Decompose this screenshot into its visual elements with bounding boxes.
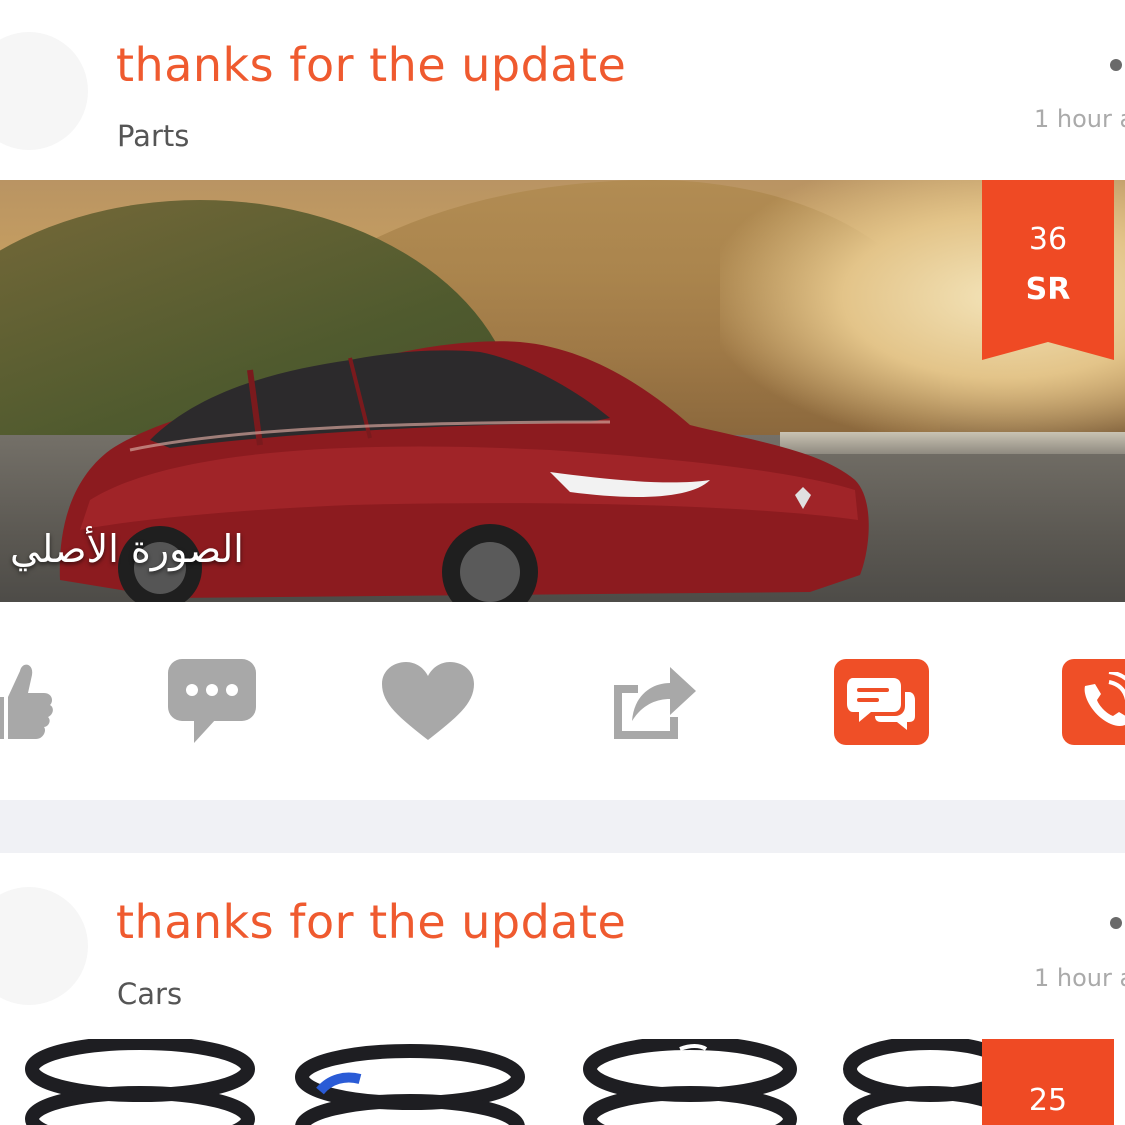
thumbs-up-icon: [0, 664, 53, 739]
heart-icon: [382, 662, 474, 740]
coil-springs-illustration: [25, 1039, 1017, 1125]
price-amount: 25: [1028, 1083, 1068, 1118]
post-title[interactable]: thanks for the update: [116, 895, 626, 949]
favorite-button[interactable]: [380, 655, 476, 747]
post-category: Parts: [117, 119, 190, 153]
comment-icon: [168, 659, 256, 743]
phone-call-icon: [1084, 672, 1125, 726]
share-icon: [614, 667, 696, 739]
price-badge: 36 SR: [982, 180, 1114, 360]
post-timestamp: 1 hour a: [1034, 105, 1125, 133]
price-ribbon-shape: [982, 180, 1114, 360]
price-amount: 36: [1028, 222, 1068, 257]
comment-button[interactable]: [166, 655, 258, 747]
avatar[interactable]: [0, 32, 88, 150]
chat-icon: [846, 678, 915, 730]
post-title[interactable]: thanks for the update: [116, 38, 626, 92]
image-caption: الصورة الأصلي: [10, 527, 244, 571]
post-timestamp: 1 hour a: [1034, 964, 1125, 992]
call-button[interactable]: [1062, 659, 1125, 745]
post-card[interactable]: thanks for the update Parts 1 hour a الص…: [0, 0, 1125, 800]
price-badge: 25: [982, 1039, 1114, 1125]
chat-button[interactable]: [834, 659, 929, 745]
more-options-icon[interactable]: [1110, 59, 1122, 71]
feed-separator: [0, 800, 1125, 853]
post-card[interactable]: thanks for the update Cars 1 hour a 25: [0, 853, 1125, 1125]
post-image[interactable]: [0, 1039, 1125, 1125]
price-currency: SR: [1025, 272, 1071, 307]
more-options-icon[interactable]: [1110, 917, 1122, 929]
post-image[interactable]: الصورة الأصلي: [0, 180, 1125, 602]
like-button[interactable]: [0, 655, 60, 747]
post-category: Cars: [117, 977, 183, 1011]
avatar[interactable]: [0, 887, 88, 1005]
share-button[interactable]: [608, 655, 698, 747]
